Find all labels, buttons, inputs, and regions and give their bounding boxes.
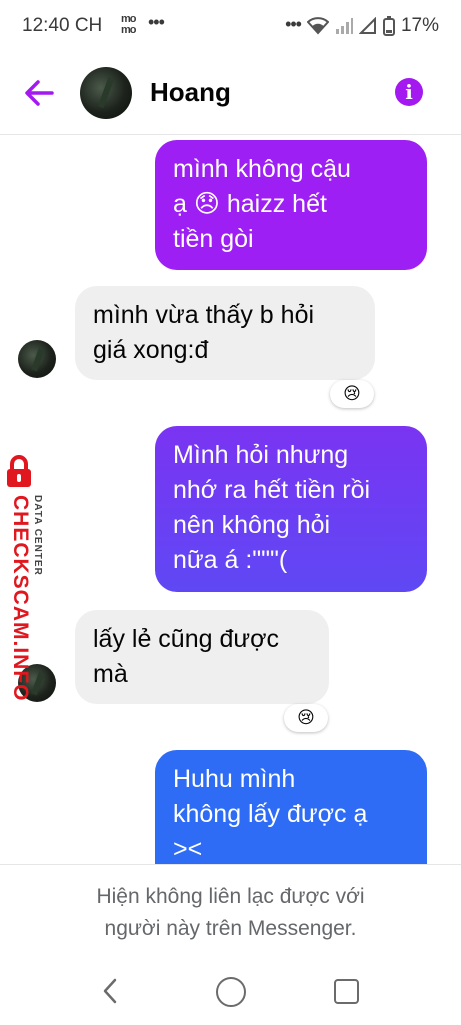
composer-disabled-footer: Hiện không liên lạc được với người này t… — [0, 864, 461, 1025]
lock-icon — [7, 455, 31, 487]
contact-avatar-small[interactable] — [18, 340, 56, 378]
info-icon[interactable]: i — [395, 78, 423, 106]
message-bubble-incoming[interactable]: mình vừa thấy b hỏi giá xong:đ — [75, 286, 375, 380]
signal-bars-icon — [335, 18, 353, 34]
message-line: nữa á :"""( — [173, 546, 288, 574]
nav-recents-icon[interactable] — [334, 979, 359, 1004]
more-notifications-icon: ••• — [148, 12, 165, 32]
watermark: CHECKSCAM.INFO DATA CENTER — [2, 455, 54, 702]
signal-triangle-icon — [358, 17, 376, 34]
wifi-icon — [306, 17, 329, 35]
message-line: nên không hỏi — [173, 511, 331, 539]
contact-avatar[interactable] — [80, 67, 132, 119]
momo-notification-icon: mo mo — [121, 14, 136, 36]
nav-back-icon[interactable] — [100, 977, 120, 1005]
message-line: nhớ ra hết tiền rồi — [173, 476, 371, 504]
message-line: lấy lẻ cũng được — [93, 625, 279, 653]
message-bubble-outgoing[interactable]: mình không cậu ạ 😞 haizz hết tiền gòi — [155, 140, 427, 270]
battery-percent: 17% — [400, 15, 439, 36]
reaction-crying-emoji[interactable]: 😢 — [284, 704, 328, 732]
message-line: giá xong:đ — [93, 336, 209, 364]
watermark-main: CHECKSCAM.INFO — [9, 495, 32, 702]
status-bar: 12:40 CH mo mo ••• ••• 17% — [0, 0, 461, 52]
unavailable-notice-line: người này trên Messenger. — [104, 917, 357, 940]
message-bubble-outgoing[interactable]: Huhu mình không lấy được ạ >< — [155, 750, 427, 864]
message-bubble-incoming[interactable]: lấy lẻ cũng được mà — [75, 610, 329, 704]
nav-home-icon[interactable] — [216, 977, 246, 1007]
message-bubble-outgoing[interactable]: Mình hỏi nhưng nhớ ra hết tiền rồi nên k… — [155, 426, 427, 592]
contact-name[interactable]: Hoang — [150, 77, 231, 108]
conversation-header: Hoang i — [0, 52, 461, 135]
momo-icon-bottom: mo — [121, 24, 136, 36]
android-nav-bar — [0, 965, 461, 1025]
message-line: không lấy được ạ — [173, 800, 368, 828]
message-line: ạ 😞 haizz hết — [173, 190, 327, 218]
message-line: mà — [93, 660, 128, 688]
message-list: mình không cậu ạ 😞 haizz hết tiền gòi mì… — [0, 134, 461, 864]
watermark-sub: DATA CENTER — [32, 495, 43, 576]
message-line: Huhu mình — [173, 765, 296, 793]
unavailable-notice: Hiện không liên lạc được với người này t… — [0, 881, 461, 945]
back-arrow-icon[interactable] — [22, 76, 56, 110]
message-line: mình vừa thấy b hỏi — [93, 301, 315, 329]
message-line: >< — [173, 835, 203, 863]
reaction-crying-emoji[interactable]: 😢 — [330, 380, 374, 408]
more-status-icon: ••• — [285, 13, 302, 34]
message-line: mình không cậu — [173, 155, 351, 183]
message-line: Mình hỏi nhưng — [173, 441, 349, 469]
message-line: tiền gòi — [173, 225, 254, 253]
unavailable-notice-line: Hiện không liên lạc được với — [96, 885, 365, 908]
status-time: 12:40 CH — [22, 15, 103, 36]
battery-icon — [382, 16, 395, 36]
